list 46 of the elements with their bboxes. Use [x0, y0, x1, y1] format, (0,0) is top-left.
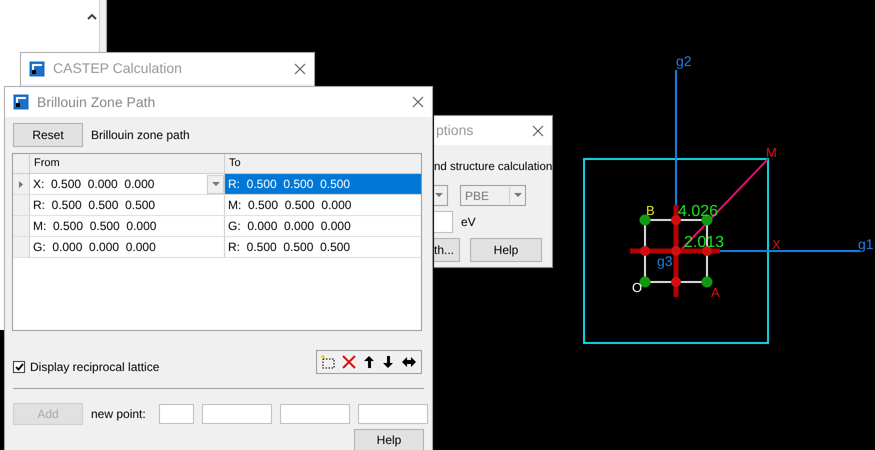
label-field[interactable] [158, 404, 194, 424]
checkbox-label: Display reciprocal lattice [30, 359, 160, 376]
to-cell[interactable]: R: 0.500 0.500 0.500 [225, 174, 421, 194]
functional-dropdown[interactable]: PBE [460, 185, 526, 206]
close-icon[interactable] [532, 124, 544, 136]
caret-icon [435, 193, 443, 198]
coordinate-field[interactable] [280, 404, 350, 424]
to-cell[interactable]: M: 0.500 0.500 0.000 [225, 195, 421, 215]
close-icon[interactable] [412, 96, 424, 108]
column-header[interactable]: From [30, 154, 225, 173]
path-label: Brillouin zone path [91, 127, 190, 144]
unit-label: eV [461, 214, 476, 232]
window-title: Brillouin Zone Path [37, 92, 156, 112]
scroll-up-icon[interactable] [87, 13, 97, 21]
delete-icon[interactable] [342, 355, 356, 369]
from-cell[interactable]: G: 0.000 0.000 0.000 [30, 237, 225, 257]
row-pointer-icon [19, 180, 23, 188]
down-arrow-icon[interactable] [382, 355, 394, 369]
up-arrow-icon[interactable] [363, 355, 375, 369]
swap-arrow-icon[interactable] [401, 356, 417, 368]
from-cell[interactable]: R: 0.500 0.500 0.500 [30, 195, 225, 215]
caret-icon [514, 193, 522, 198]
column-header[interactable]: To [225, 154, 421, 173]
dropdown-icon[interactable] [207, 174, 224, 194]
dropdown[interactable] [434, 185, 448, 206]
checkbox[interactable] [13, 361, 25, 373]
from-cell[interactable]: M: 0.500 0.500 0.000 [30, 216, 225, 236]
caret-icon [212, 182, 220, 186]
coordinate-field[interactable] [202, 404, 272, 424]
new-point-label: new point: [91, 406, 146, 423]
window-title: ptions [436, 121, 474, 140]
new-point-icon[interactable] [321, 355, 335, 369]
from-cell[interactable]: X: 0.500 0.000 0.000 [30, 174, 225, 194]
coordinate-field[interactable] [358, 404, 428, 424]
to-cell[interactable]: R: 0.500 0.500 0.500 [225, 237, 421, 257]
window-title: CASTEP Calculation [53, 59, 183, 78]
dialog-button[interactable]: th... [434, 238, 460, 262]
reset-button[interactable]: Reset [13, 123, 83, 147]
help-button[interactable]: Help [354, 429, 424, 450]
dialog-button[interactable]: Help [470, 238, 542, 262]
row-header[interactable] [13, 174, 30, 194]
app-icon [29, 60, 45, 76]
energy-field[interactable] [434, 211, 453, 234]
to-cell[interactable]: G: 0.000 0.000 0.000 [225, 216, 421, 236]
close-icon[interactable] [294, 62, 306, 74]
app-icon [13, 94, 29, 110]
